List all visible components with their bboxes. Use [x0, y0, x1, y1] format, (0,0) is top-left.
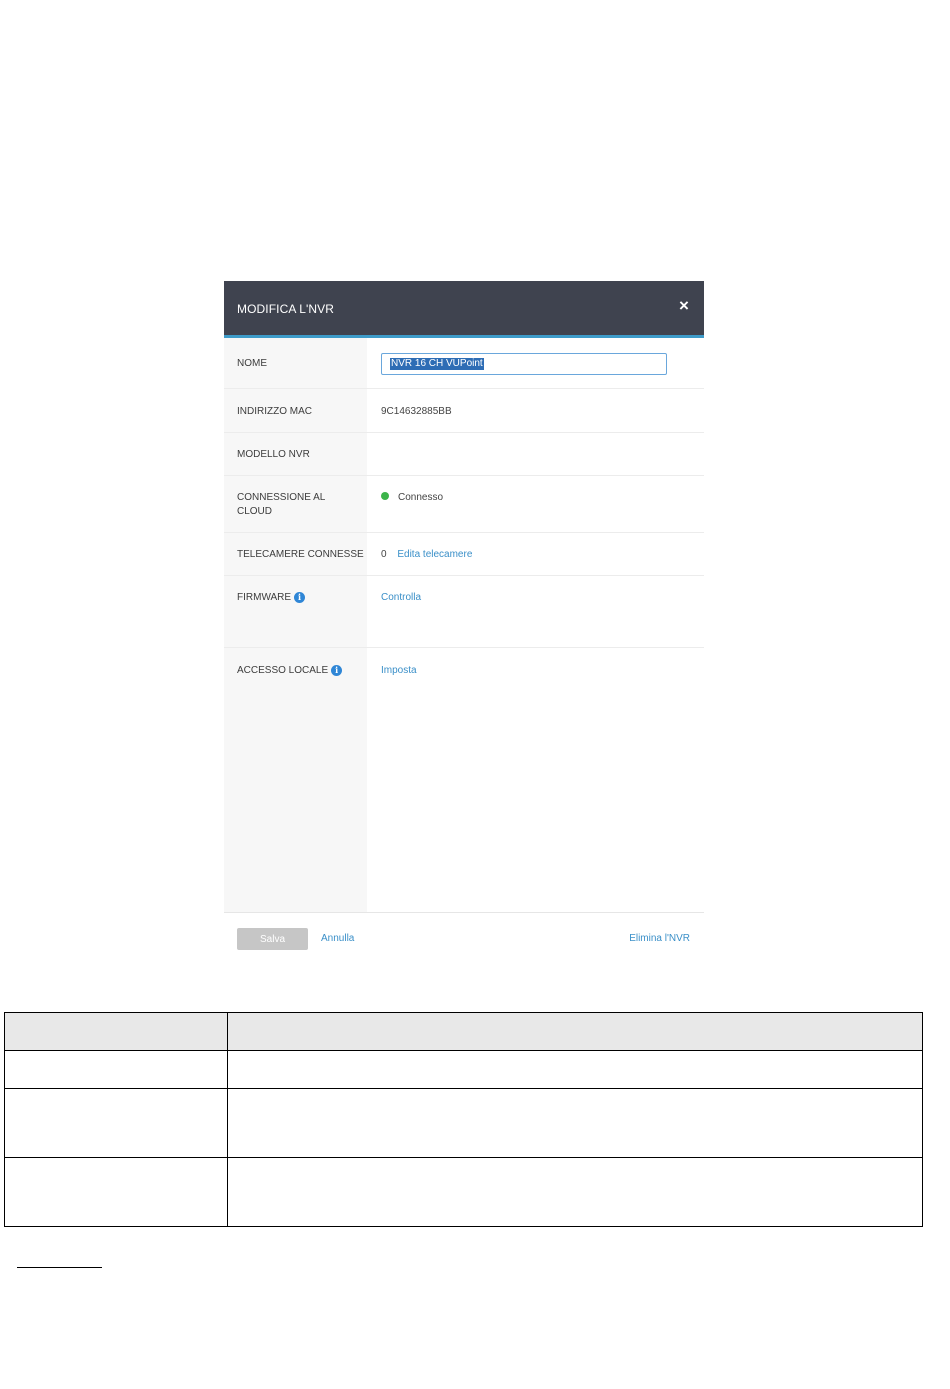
- field-row-firmware: FIRMWARE i Controlla: [224, 576, 704, 648]
- table-cell: [227, 1050, 923, 1089]
- field-row-cameras: TELECAMERE CONNESSE 0 Edita telecamere: [224, 533, 704, 576]
- field-row-cloud: CONNESSIONE AL CLOUD Connesso: [224, 476, 704, 533]
- check-firmware-link[interactable]: Controlla: [381, 591, 421, 605]
- table-cell: [4, 1050, 228, 1089]
- delete-nvr-link[interactable]: Elimina l'NVR: [629, 933, 690, 944]
- table-cell: [4, 1157, 228, 1227]
- table-row: [4, 1157, 923, 1227]
- document-table: [4, 1012, 923, 1227]
- local-access-label: ACCESSO LOCALE i: [237, 664, 357, 678]
- field-row-mac: INDIRIZZO MAC 9C14632885BB: [224, 389, 704, 433]
- cloud-status-text: Connesso: [398, 492, 444, 503]
- firmware-label-text: FIRMWARE: [237, 592, 292, 603]
- name-input[interactable]: NVR 16 CH VUPoint: [381, 353, 667, 375]
- field-row-local-access: ACCESSO LOCALE i Imposta: [224, 648, 704, 912]
- table-row: [4, 1088, 923, 1158]
- save-button[interactable]: Salva: [237, 928, 308, 950]
- field-row-model: MODELLO NVR: [224, 433, 704, 476]
- local-access-label-text: ACCESSO LOCALE: [237, 665, 329, 676]
- mac-value: 9C14632885BB: [381, 406, 452, 417]
- firmware-info-icon[interactable]: i: [294, 592, 306, 603]
- cloud-status: Connesso: [381, 491, 443, 505]
- dialog-title: MODIFICA L'NVR: [237, 302, 335, 316]
- cloud-label: CONNESSIONE AL CLOUD: [237, 492, 325, 517]
- table-cell: [4, 1088, 228, 1158]
- cancel-link[interactable]: Annulla: [321, 933, 354, 944]
- table-cell: [227, 1157, 923, 1227]
- mac-label: INDIRIZZO MAC: [237, 406, 312, 417]
- name-label: NOME: [237, 358, 267, 369]
- firmware-label: FIRMWARE i: [237, 591, 357, 605]
- table-header-row: [4, 1012, 923, 1051]
- dialog-body: NOME NVR 16 CH VUPoint INDIRIZZO MAC 9C1…: [224, 338, 704, 912]
- table-header-cell: [227, 1012, 923, 1051]
- model-label: MODELLO NVR: [237, 449, 310, 460]
- setup-local-access-link[interactable]: Imposta: [381, 664, 417, 678]
- cameras-count: 0: [381, 549, 387, 560]
- status-dot-icon: [381, 492, 389, 500]
- dialog-header: MODIFICA L'NVR ×: [224, 281, 704, 338]
- table-cell: [227, 1088, 923, 1158]
- name-input-value: NVR 16 CH VUPoint: [390, 358, 484, 370]
- cameras-value: 0 Edita telecamere: [381, 548, 472, 562]
- table-header-cell: [4, 1012, 228, 1051]
- cameras-label: TELECAMERE CONNESSE: [237, 549, 364, 560]
- edit-nvr-dialog: MODIFICA L'NVR × NOME NVR 16 CH VUPoint …: [224, 281, 704, 964]
- local-access-info-icon[interactable]: i: [331, 665, 343, 676]
- edit-cameras-link[interactable]: Edita telecamere: [397, 549, 472, 560]
- underline-divider: [17, 1267, 102, 1268]
- close-icon[interactable]: ×: [676, 297, 692, 314]
- dialog-footer: Salva Annulla Elimina l'NVR: [224, 912, 704, 964]
- field-row-name: NOME NVR 16 CH VUPoint: [224, 338, 704, 389]
- table-row: [4, 1050, 923, 1089]
